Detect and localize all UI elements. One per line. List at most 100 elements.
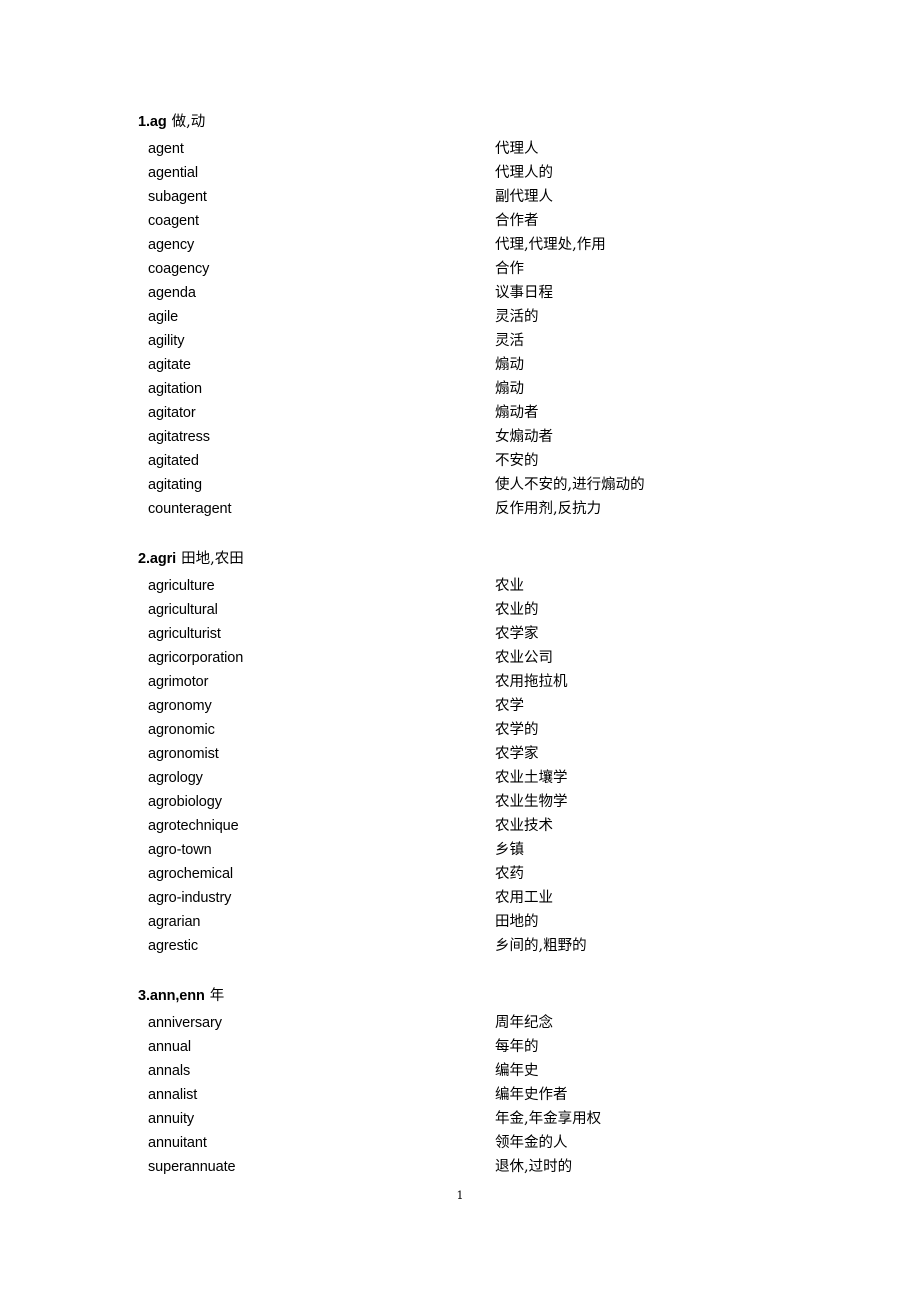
vocabulary-entry: agrology 农业土壤学 xyxy=(0,766,920,790)
root-section: 1.ag 做,动 agent 代理人 agential 代理人的 subagent 副代理人 c… xyxy=(0,110,920,521)
entry-word: counteragent xyxy=(148,501,232,517)
entry-meaning: 周年纪念 xyxy=(495,1015,553,1031)
section-heading-gloss: 做,动 xyxy=(171,114,206,130)
entry-word: agrobiology xyxy=(148,794,222,810)
entry-word: annual xyxy=(148,1039,191,1055)
entry-meaning: 煽动 xyxy=(495,357,524,373)
vocabulary-entry: annual 每年的 xyxy=(0,1035,920,1059)
entry-word: agriculturist xyxy=(148,626,221,642)
entry-meaning: 农学家 xyxy=(495,626,539,642)
section-heading: 2.agri 田地,农田 xyxy=(0,547,920,571)
vocabulary-entry: agile 灵活的 xyxy=(0,305,920,329)
root-section: 2.agri 田地,农田 agriculture 农业 agricultural 农业的 a… xyxy=(0,547,920,958)
entry-meaning: 农业公司 xyxy=(495,650,553,666)
vocabulary-entry: agrochemical 农药 xyxy=(0,862,920,886)
vocabulary-entry: agronomic 农学的 xyxy=(0,718,920,742)
vocabulary-entry: annuity 年金,年金享用权 xyxy=(0,1107,920,1131)
vocabulary-entry: annuitant 领年金的人 xyxy=(0,1131,920,1155)
entry-meaning: 农业的 xyxy=(495,602,539,618)
entry-meaning: 副代理人 xyxy=(495,189,553,205)
root-section: 3.ann,enn 年 anniversary 周年纪念 annual 每年的 annals… xyxy=(0,984,920,1179)
entry-word: anniversary xyxy=(148,1015,222,1031)
entry-word: agro-town xyxy=(148,842,212,858)
entry-meaning: 不安的 xyxy=(495,453,539,469)
vocabulary-entry: annalist 编年史作者 xyxy=(0,1083,920,1107)
entry-word: agrotechnique xyxy=(148,818,239,834)
vocabulary-entry: agitating 使人不安的,进行煽动的 xyxy=(0,473,920,497)
vocabulary-entry: agency 代理,代理处,作用 xyxy=(0,233,920,257)
section-heading-gloss: 年 xyxy=(209,988,225,1004)
entry-meaning: 领年金的人 xyxy=(495,1135,568,1151)
vocabulary-entry: agitation 煽动 xyxy=(0,377,920,401)
entry-word: agrimotor xyxy=(148,674,209,690)
entry-word: superannuate xyxy=(148,1159,236,1175)
entry-word: annals xyxy=(148,1063,191,1079)
vocabulary-entry: agronomist 农学家 xyxy=(0,742,920,766)
section-heading: 3.ann,enn 年 xyxy=(0,984,920,1008)
entry-word: coagent xyxy=(148,213,199,229)
entry-word: agile xyxy=(148,309,179,325)
entry-word: agitation xyxy=(148,381,202,397)
entry-list: agent 代理人 agential 代理人的 subagent 副代理人 coagent 合… xyxy=(0,137,920,521)
entry-meaning: 合作 xyxy=(495,261,524,277)
section-heading-root: 1.ag xyxy=(138,114,167,130)
entry-word: agitating xyxy=(148,477,202,493)
entry-word: agronomist xyxy=(148,746,219,762)
vocabulary-entry: anniversary 周年纪念 xyxy=(0,1011,920,1035)
vocabulary-entry: agriculturist 农学家 xyxy=(0,622,920,646)
vocabulary-entry: agriculture 农业 xyxy=(0,574,920,598)
entry-word: agitator xyxy=(148,405,196,421)
vocabulary-entry: agitator 煽动者 xyxy=(0,401,920,425)
entry-meaning: 每年的 xyxy=(495,1039,539,1055)
entry-meaning: 合作者 xyxy=(495,213,539,229)
section-heading: 1.ag 做,动 xyxy=(0,110,920,134)
entry-word: subagent xyxy=(148,189,207,205)
entry-meaning: 灵活 xyxy=(495,333,524,349)
entry-word: agitated xyxy=(148,453,199,469)
entry-meaning: 农学的 xyxy=(495,722,539,738)
entry-meaning: 反作用剂,反抗力 xyxy=(495,501,602,517)
entry-meaning: 乡镇 xyxy=(495,842,524,858)
entry-meaning: 代理人 xyxy=(495,141,539,157)
entry-word: agitate xyxy=(148,357,191,373)
vocabulary-entry: agent 代理人 xyxy=(0,137,920,161)
root-word-list: 1.ag 做,动 agent 代理人 agential 代理人的 subagent 副代理人 c… xyxy=(0,110,920,1179)
entry-word: agrology xyxy=(148,770,203,786)
entry-word: agronomic xyxy=(148,722,215,738)
entry-word: agronomy xyxy=(148,698,212,714)
vocabulary-entry: superannuate 退休,过时的 xyxy=(0,1155,920,1179)
entry-meaning: 农药 xyxy=(495,866,524,882)
page-number: 1 xyxy=(456,1189,464,1202)
entry-word: agency xyxy=(148,237,195,253)
section-heading-root: 3.ann,enn xyxy=(138,988,205,1004)
vocabulary-entry: subagent 副代理人 xyxy=(0,185,920,209)
document-page: 1.ag 做,动 agent 代理人 agential 代理人的 subagent 副代理人 c… xyxy=(0,0,920,1302)
entry-word: annuitant xyxy=(148,1135,207,1151)
vocabulary-entry: agrotechnique 农业技术 xyxy=(0,814,920,838)
entry-word: annalist xyxy=(148,1087,198,1103)
vocabulary-entry: agility 灵活 xyxy=(0,329,920,353)
entry-word: agrarian xyxy=(148,914,201,930)
vocabulary-entry: agrobiology 农业生物学 xyxy=(0,790,920,814)
entry-word: agential xyxy=(148,165,198,181)
section-heading-root: 2.agri xyxy=(138,551,177,567)
section-heading-gloss: 田地,农田 xyxy=(181,551,244,567)
entry-meaning: 农业生物学 xyxy=(495,794,568,810)
entry-meaning: 农业土壤学 xyxy=(495,770,568,786)
vocabulary-entry: coagency 合作 xyxy=(0,257,920,281)
entry-meaning: 编年史 xyxy=(495,1063,539,1079)
vocabulary-entry: counteragent 反作用剂,反抗力 xyxy=(0,497,920,521)
vocabulary-entry: agro-town 乡镇 xyxy=(0,838,920,862)
entry-list: anniversary 周年纪念 annual 每年的 annals 编年史 annalis… xyxy=(0,1011,920,1179)
entry-meaning: 灵活的 xyxy=(495,309,539,325)
entry-meaning: 田地的 xyxy=(495,914,539,930)
vocabulary-entry: agro-industry 农用工业 xyxy=(0,886,920,910)
vocabulary-entry: agitated 不安的 xyxy=(0,449,920,473)
entry-meaning: 煽动者 xyxy=(495,405,539,421)
entry-word: agitatress xyxy=(148,429,210,445)
entry-meaning: 退休,过时的 xyxy=(495,1159,573,1175)
entry-meaning: 农学家 xyxy=(495,746,539,762)
entry-list: agriculture 农业 agricultural 农业的 agriculturis… xyxy=(0,574,920,958)
vocabulary-entry: agrarian 田地的 xyxy=(0,910,920,934)
vocabulary-entry: agricorporation 农业公司 xyxy=(0,646,920,670)
